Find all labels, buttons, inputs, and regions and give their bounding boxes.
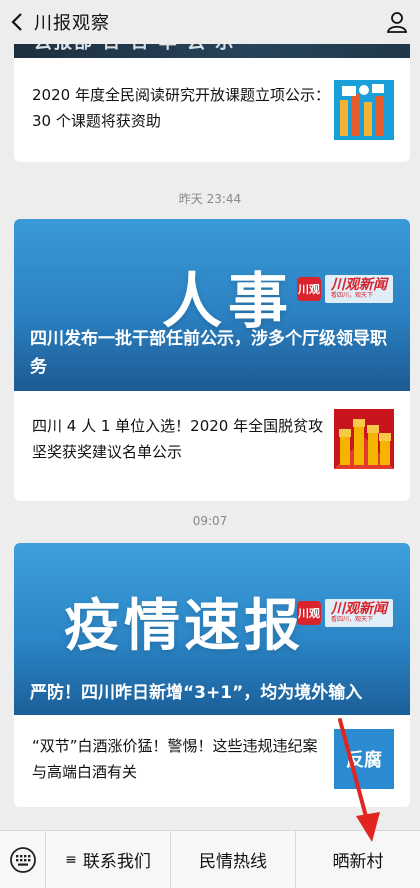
article-row[interactable]: “双节”白酒涨价猛！警惕！这些违规违纪案与高端白酒有关 反腐 — [14, 715, 410, 807]
chevron-left-icon — [11, 13, 22, 31]
article-row[interactable]: 2020 年度全民阅读研究开放课题立项公示：30 个课题将获资助 — [14, 58, 410, 162]
keyboard-icon — [9, 846, 36, 873]
menu-item-contact[interactable]: ≡ 联系我们 — [46, 830, 171, 888]
logo-mark: 川观 — [297, 601, 321, 625]
logo-slogan: 看四川，观天下 — [331, 292, 374, 299]
top-nav-bar: 川报观察 — [0, 0, 420, 44]
thumbnail-label: 反腐 — [346, 750, 382, 771]
article-title: “双节”白酒涨价猛！警惕！这些违规违纪案与高端白酒有关 — [32, 737, 318, 781]
fists-raised-image — [334, 409, 394, 469]
keyboard-toggle-button[interactable] — [0, 830, 46, 888]
banner-headline: 严防！四川昨日新增“3+1”，均为境外输入 — [30, 683, 363, 703]
article-card[interactable]: 人事 川观 川观新闻 看四川，观天下 四川发布一批干部任前公示，涉多个厅级领导职… — [14, 219, 410, 501]
logo-name: 川观新闻 — [331, 601, 387, 617]
banner-headline: 四川发布一批干部任前公示，涉多个厅级领导职务 — [30, 329, 387, 377]
menu-item-hotline[interactable]: 民情热线 — [171, 830, 296, 888]
article-thumbnail — [334, 409, 394, 469]
menu-item-village[interactable]: 晒新村 — [296, 831, 420, 888]
message-list[interactable]: 云报部 日 日 卒 云 示 2020 年度全民阅读研究开放课题立项公示：30 个… — [0, 44, 420, 830]
article-thumbnail — [334, 80, 394, 140]
timestamp: 昨天 23:44 — [178, 192, 242, 206]
hands-raised-image — [334, 80, 394, 140]
timestamp: 09:07 — [192, 514, 228, 528]
banner-text: 云报部 日 日 卒 云 示 — [34, 44, 235, 54]
logo-slogan: 看四川，观天下 — [331, 616, 374, 623]
back-button[interactable] — [0, 0, 34, 44]
article-card[interactable]: 疫情速报 川观 川观新闻 看四川，观天下 严防！四川昨日新增“3+1”，均为境外… — [14, 543, 410, 807]
menu-item-label: 民情热线 — [199, 852, 267, 872]
card-banner[interactable]: 人事 川观 川观新闻 看四川，观天下 四川发布一批干部任前公示，涉多个厅级领导职… — [14, 219, 410, 391]
profile-button[interactable] — [384, 9, 410, 35]
brand-logo: 川观 川观新闻 看四川，观天下 — [297, 275, 393, 303]
banner-big-text: 疫情速报 — [64, 594, 304, 659]
brand-logo: 川观 川观新闻 看四川，观天下 — [297, 599, 393, 627]
page-title: 川报观察 — [34, 13, 110, 34]
menu-item-label: 联系我们 — [82, 852, 151, 872]
article-card[interactable]: 云报部 日 日 卒 云 示 2020 年度全民阅读研究开放课题立项公示：30 个… — [14, 44, 410, 162]
article-title: 2020 年度全民阅读研究开放课题立项公示：30 个课题将获资助 — [32, 86, 330, 130]
menu-item-label: 晒新村 — [332, 852, 384, 872]
person-icon — [386, 12, 408, 33]
menu-icon: ≡ — [65, 851, 77, 868]
card-banner[interactable]: 疫情速报 川观 川观新闻 看四川，观天下 严防！四川昨日新增“3+1”，均为境外… — [14, 543, 410, 715]
logo-name: 川观新闻 — [331, 277, 387, 293]
logo-mark: 川观 — [297, 277, 321, 301]
article-thumbnail: 反腐 — [334, 729, 394, 789]
article-title: 四川 4 人 1 单位入选！2020 年全国脱贫攻坚奖获奖建议名单公示 — [32, 417, 324, 461]
card-banner[interactable]: 云报部 日 日 卒 云 示 — [14, 44, 410, 58]
bottom-menu-bar: ≡ 联系我们 民情热线 晒新村 — [0, 830, 420, 888]
article-row[interactable]: 四川 4 人 1 单位入选！2020 年全国脱贫攻坚奖获奖建议名单公示 — [14, 391, 410, 501]
